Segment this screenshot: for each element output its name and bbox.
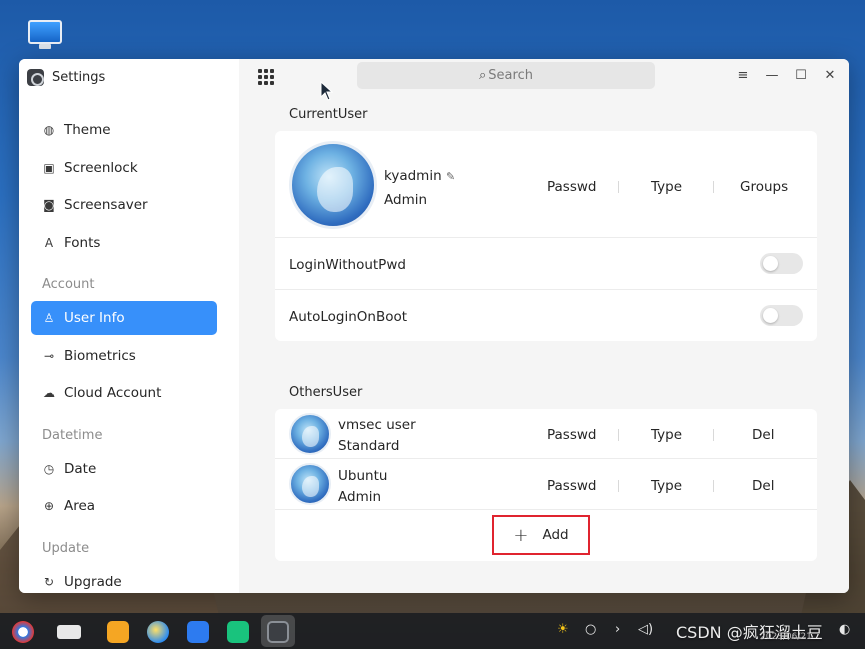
login-without-pwd-toggle[interactable] bbox=[760, 253, 803, 274]
user-icon: ♙ bbox=[43, 311, 55, 325]
tray-search-icon[interactable]: ○ bbox=[585, 622, 596, 637]
login-without-pwd-label: LoginWithoutPwd bbox=[289, 257, 406, 273]
maximize-icon[interactable]: ☐ bbox=[792, 65, 810, 85]
delete-button[interactable]: Del bbox=[752, 478, 774, 494]
sidebar-group-account: Account bbox=[42, 277, 95, 292]
screensaver-icon: ◙ bbox=[43, 198, 55, 212]
current-user-card: kyadmin ✎ Admin Passwd Type Groups Login… bbox=[275, 131, 817, 341]
sidebar-group-datetime: Datetime bbox=[42, 427, 103, 443]
sidebar-item-label: Upgrade bbox=[64, 573, 122, 590]
sidebar-nav: ◍ Theme ▣ Screenlock ◙ Screensaver A Fon… bbox=[31, 113, 217, 593]
main-panel: ⌕ Search ≡ — ☐ ✕ CurrentUser kyadmin ✎ A… bbox=[239, 59, 849, 593]
sidebar-item-label: Area bbox=[64, 498, 96, 514]
others-user-section-label: OthersUser bbox=[289, 385, 363, 400]
screenlock-icon: ▣ bbox=[43, 160, 55, 175]
sidebar-item-label: Fonts bbox=[64, 234, 101, 251]
passwd-button[interactable]: Passwd bbox=[547, 478, 597, 494]
night-mode-icon[interactable]: ◐ bbox=[839, 622, 850, 637]
user-type: Standard bbox=[338, 438, 400, 454]
app-title-row: Settings bbox=[27, 67, 105, 87]
clock-icon: ◷ bbox=[43, 461, 55, 476]
sidebar-item-label: Screenlock bbox=[64, 159, 138, 176]
sidebar-item-screenlock[interactable]: ▣ Screenlock bbox=[31, 151, 217, 185]
key-icon: ⊸ bbox=[43, 348, 55, 363]
sidebar-item-cloud-account[interactable]: ☁ Cloud Account bbox=[31, 376, 217, 410]
current-user-avatar[interactable] bbox=[289, 141, 377, 229]
menu-icon[interactable]: ≡ bbox=[734, 65, 752, 85]
close-icon[interactable]: ✕ bbox=[821, 65, 839, 85]
start-menu-icon[interactable] bbox=[12, 621, 34, 643]
current-user-name: kyadmin ✎ bbox=[384, 168, 455, 184]
current-user-type: Admin bbox=[384, 192, 428, 208]
user-avatar[interactable] bbox=[289, 413, 331, 455]
globe-icon: ⊕ bbox=[43, 499, 55, 513]
volume-icon[interactable]: ◁) bbox=[638, 622, 653, 637]
passwd-button[interactable]: Passwd bbox=[547, 179, 597, 195]
user-name: vmsec user bbox=[338, 417, 416, 433]
taskbar-date: 2023/06/21 bbox=[760, 632, 812, 642]
others-user-card: vmsec user Standard Passwd Type Del Ubun… bbox=[275, 409, 817, 561]
type-button[interactable]: Type bbox=[651, 179, 682, 195]
search-placeholder: Search bbox=[488, 68, 533, 83]
sidebar-item-screensaver[interactable]: ◙ Screensaver bbox=[31, 188, 217, 222]
add-user-button[interactable]: + Add bbox=[492, 515, 590, 555]
settings-app-icon bbox=[27, 68, 44, 86]
sidebar: Settings ◍ Theme ▣ Screenlock ◙ Screensa… bbox=[19, 59, 239, 593]
sidebar-item-user-info[interactable]: ♙ User Info bbox=[31, 301, 217, 335]
user-name: Ubuntu bbox=[338, 468, 388, 484]
upgrade-icon: ↻ bbox=[43, 574, 55, 589]
current-user-section-label: CurrentUser bbox=[289, 107, 368, 122]
sidebar-item-label: Cloud Account bbox=[64, 385, 162, 401]
minimize-icon[interactable]: — bbox=[763, 65, 781, 85]
user-type: Admin bbox=[338, 489, 382, 505]
font-icon: A bbox=[44, 235, 54, 250]
window-controls: ≡ — ☐ ✕ bbox=[734, 65, 839, 85]
cloud-icon: ☁ bbox=[43, 386, 55, 400]
sidebar-item-fonts[interactable]: A Fonts bbox=[31, 226, 217, 260]
sidebar-item-theme[interactable]: ◍ Theme bbox=[31, 113, 217, 147]
search-input[interactable]: ⌕ Search bbox=[357, 62, 655, 89]
palette-icon: ◍ bbox=[43, 123, 55, 137]
edit-pencil-icon[interactable]: ✎ bbox=[446, 170, 455, 183]
app-title: Settings bbox=[52, 69, 106, 85]
passwd-button[interactable]: Passwd bbox=[547, 427, 597, 443]
current-user-name-text: kyadmin bbox=[384, 168, 442, 184]
file-manager-icon[interactable] bbox=[107, 621, 129, 643]
delete-button[interactable]: Del bbox=[752, 427, 774, 443]
settings-taskbar-icon[interactable] bbox=[267, 621, 289, 643]
auto-login-label: AutoLoginOnBoot bbox=[289, 309, 408, 325]
user-avatar[interactable] bbox=[289, 463, 331, 505]
sidebar-item-label: User Info bbox=[64, 310, 125, 326]
sidebar-item-upgrade[interactable]: ↻ Upgrade bbox=[31, 565, 217, 594]
sidebar-item-label: Screensaver bbox=[64, 197, 148, 213]
mouse-cursor-icon bbox=[320, 81, 334, 101]
sidebar-item-area[interactable]: ⊕ Area bbox=[31, 489, 217, 523]
groups-button[interactable]: Groups bbox=[740, 179, 788, 195]
add-row: + Add bbox=[275, 509, 817, 561]
software-store-icon[interactable] bbox=[227, 621, 249, 643]
sidebar-item-biometrics[interactable]: ⊸ Biometrics bbox=[31, 339, 217, 373]
sidebar-item-label: Date bbox=[64, 460, 97, 477]
plus-icon: + bbox=[513, 524, 529, 546]
settings-window: Settings ◍ Theme ▣ Screenlock ◙ Screensa… bbox=[19, 59, 849, 593]
sidebar-item-label: Theme bbox=[64, 122, 111, 138]
sidebar-item-date[interactable]: ◷ Date bbox=[31, 452, 217, 486]
wps-icon[interactable] bbox=[187, 621, 209, 643]
type-button[interactable]: Type bbox=[651, 478, 682, 494]
sidebar-item-label: Biometrics bbox=[64, 347, 136, 364]
browser-icon[interactable] bbox=[147, 621, 169, 643]
search-icon: ⌕ bbox=[479, 68, 487, 83]
computer-desktop-icon[interactable] bbox=[26, 18, 64, 50]
sidebar-group-update: Update bbox=[42, 540, 90, 556]
tray-expand-icon[interactable]: › bbox=[615, 622, 620, 637]
auto-login-toggle[interactable] bbox=[760, 305, 803, 326]
add-user-label: Add bbox=[542, 527, 569, 543]
app-menu-grid-icon[interactable] bbox=[258, 69, 274, 85]
brightness-icon[interactable]: ☀ bbox=[557, 622, 569, 637]
multitask-view-icon[interactable] bbox=[57, 625, 81, 639]
type-button[interactable]: Type bbox=[651, 427, 682, 443]
